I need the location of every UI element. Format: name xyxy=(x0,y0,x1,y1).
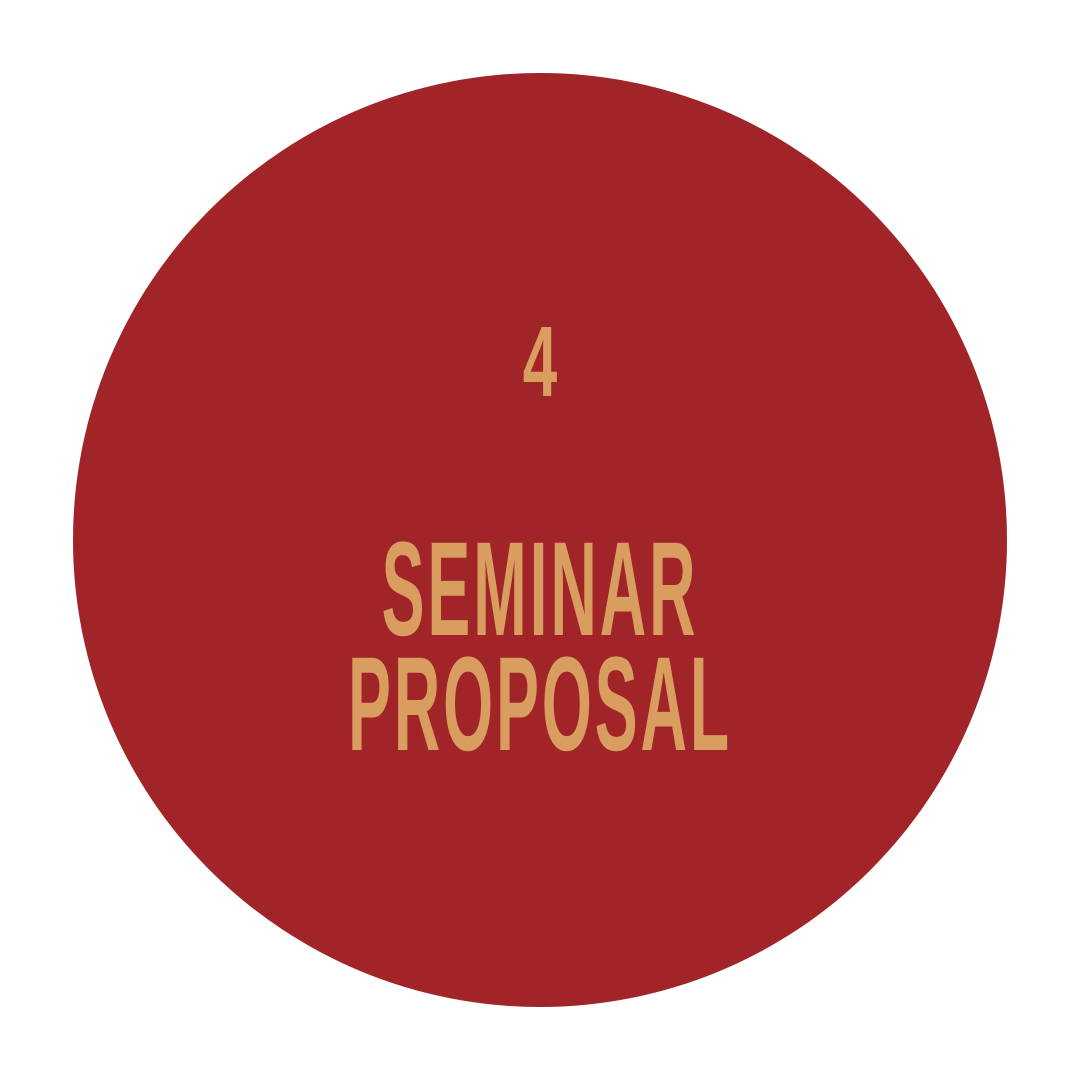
graphic-canvas: 4 SEMINAR PROPOSAL xyxy=(0,0,1080,1080)
title-line-proposal: PROPOSAL xyxy=(348,630,732,779)
step-number: 4 xyxy=(522,306,558,418)
title-text: SEMINAR PROPOSAL xyxy=(281,523,799,779)
